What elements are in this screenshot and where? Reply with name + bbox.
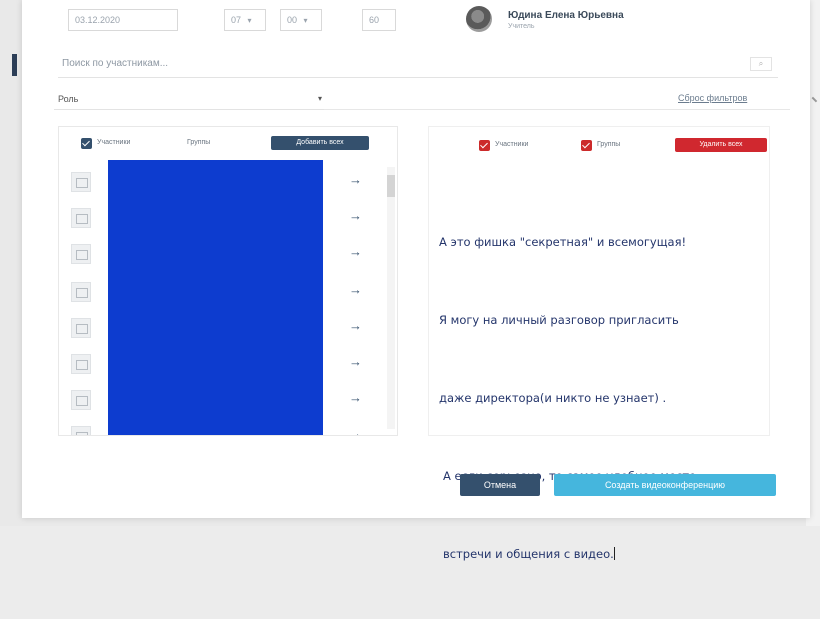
image-placeholder-icon: [71, 354, 91, 374]
schedule-row: 03.12.2020 07 ▾ 00 ▾ 60 Юдина Елена Юрье…: [22, 0, 810, 40]
hour-select[interactable]: 07 ▾: [224, 9, 266, 31]
remove-all-button[interactable]: Удалить всех: [675, 138, 767, 152]
arrow-right-icon[interactable]: →: [349, 354, 362, 369]
note-line: даже директора(и никто не узнает) .: [439, 391, 667, 405]
redacted-region: [108, 160, 323, 435]
image-placeholder-icon: [71, 426, 91, 435]
chevron-down-icon: ▾: [247, 16, 252, 25]
groups-label: Группы: [597, 141, 621, 148]
arrow-right-icon[interactable]: →: [349, 390, 362, 405]
image-placeholder-icon: [71, 244, 91, 264]
tab-groups[interactable]: Группы: [187, 139, 210, 146]
avatar: [466, 6, 492, 32]
role-select[interactable]: Роль ▾: [54, 90, 324, 110]
date-field[interactable]: 03.12.2020: [68, 9, 178, 31]
organizer: Юдина Елена Юрьевна Учитель: [466, 5, 726, 37]
selected-participants-panel: Участники Группы Удалить всех А это фишк…: [428, 126, 770, 561]
text-cursor: [613, 547, 615, 560]
chevron-icon: [808, 96, 818, 106]
search-placeholder: Поиск по участникам...: [62, 58, 169, 69]
left-panel-header: Участники Группы Добавить всех: [59, 127, 399, 161]
add-all-button[interactable]: Добавить всех: [271, 136, 369, 150]
participants-label: Участники: [97, 139, 131, 146]
chevron-down-icon: ▾: [303, 16, 308, 25]
groups-checkbox[interactable]: [581, 140, 592, 151]
note-text[interactable]: А это фишка "секретная" и всемогущая! Я …: [439, 177, 769, 619]
search-input[interactable]: Поиск по участникам... ⌕: [58, 52, 778, 78]
image-placeholder-icon: [71, 172, 91, 192]
scrollbar[interactable]: [387, 167, 395, 429]
note-line: Я могу на личный разговор пригласить: [439, 313, 679, 327]
arrow-right-icon[interactable]: →: [349, 208, 362, 223]
divider: [324, 109, 790, 110]
image-placeholder-icon: [71, 208, 91, 228]
arrow-right-icon[interactable]: →: [349, 318, 362, 333]
scrollbar-thumb[interactable]: [387, 175, 395, 197]
background-app-accent: [12, 54, 17, 76]
reset-filters-link[interactable]: Сброс фильтров: [678, 93, 747, 103]
arrow-right-icon[interactable]: →: [349, 282, 362, 297]
arrow-right-icon[interactable]: →: [349, 244, 362, 259]
duration-field[interactable]: 60: [362, 9, 396, 31]
create-video-conference-dialog: 03.12.2020 07 ▾ 00 ▾ 60 Юдина Елена Юрье…: [22, 0, 810, 561]
image-placeholder-icon: [71, 318, 91, 338]
chevron-down-icon: ▾: [317, 94, 322, 103]
image-placeholder-icon: [71, 282, 91, 302]
organizer-role: Учитель: [508, 23, 535, 30]
minute-select[interactable]: 00 ▾: [280, 9, 322, 31]
arrow-right-icon[interactable]: →: [349, 426, 362, 435]
minute-value: 00: [287, 15, 298, 25]
note-line: встречи и общения с видео.: [443, 547, 614, 561]
participants-label: Участники: [495, 141, 529, 148]
date-value: 03.12.2020: [75, 15, 121, 25]
image-placeholder-icon: [71, 390, 91, 410]
participants-checkbox[interactable]: [479, 140, 490, 151]
cancel-button[interactable]: Отмена: [460, 474, 540, 496]
organizer-name: Юдина Елена Юрьевна: [508, 10, 624, 21]
participants-checkbox[interactable]: [81, 138, 92, 149]
search-icon[interactable]: ⌕: [750, 57, 772, 71]
role-value: Роль: [58, 94, 79, 104]
hour-value: 07: [231, 15, 242, 25]
arrow-right-icon[interactable]: →: [349, 172, 362, 187]
note-line-last: встречи и общения с видео.: [439, 541, 769, 567]
duration-value: 60: [369, 15, 380, 25]
note-line: А это фишка "секретная" и всемогущая!: [439, 235, 687, 249]
create-conference-button[interactable]: Создать видеоконференцию: [554, 474, 776, 496]
